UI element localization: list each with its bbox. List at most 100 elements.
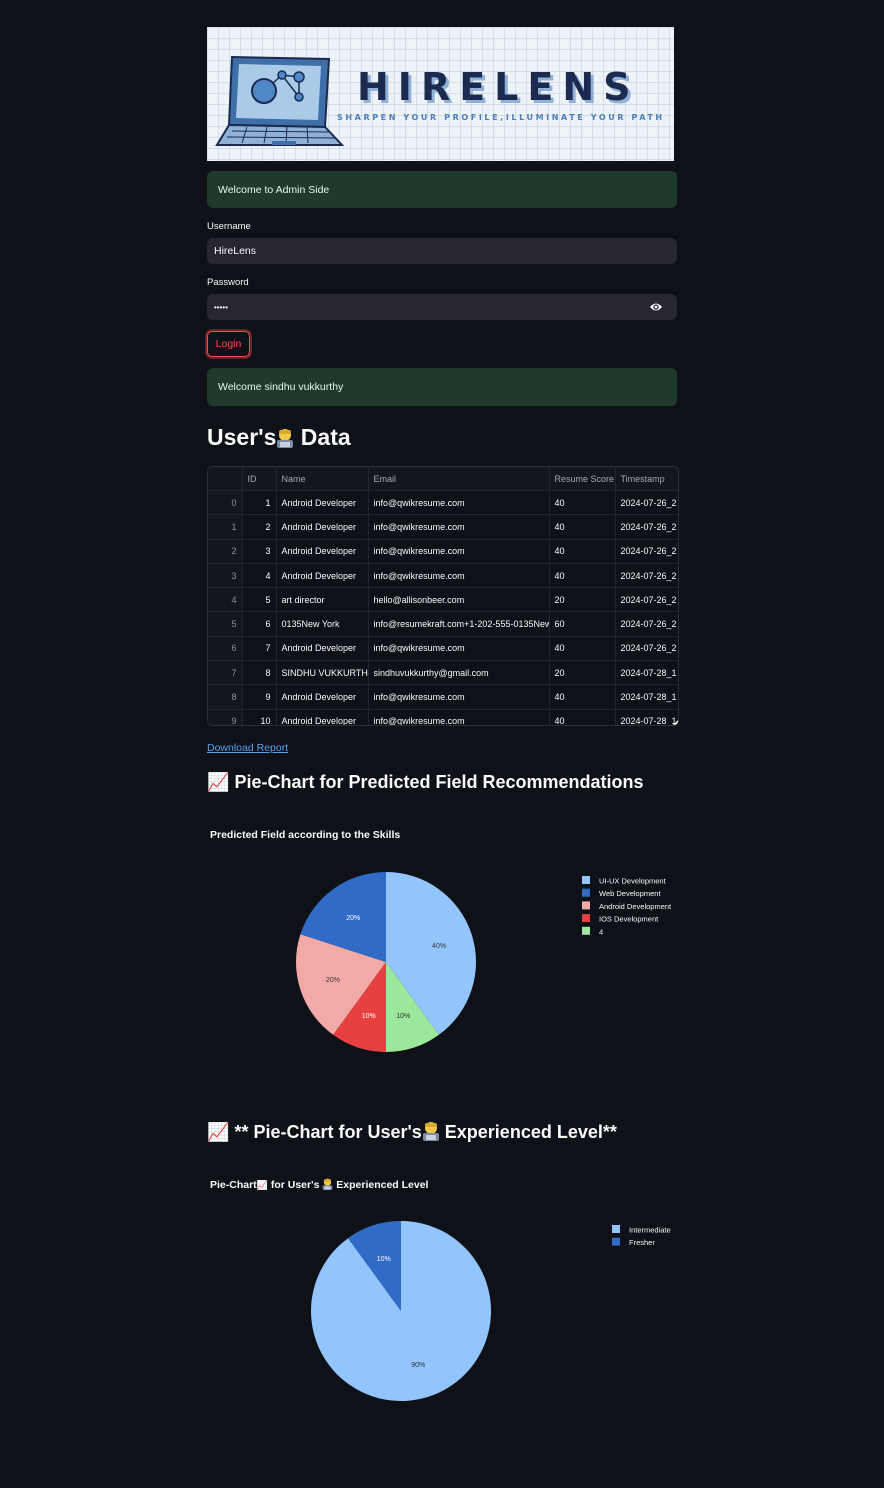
table-cell: Android Developer bbox=[276, 636, 369, 662]
resize-handle-icon[interactable] bbox=[673, 720, 678, 725]
person-laptop-icon bbox=[277, 429, 294, 448]
users-table[interactable]: ID Name Email Resume Score Timestamp 0 1 Andro… bbox=[207, 466, 679, 726]
table-cell: info@resumekraft.com+1-202-555-0135New bbox=[368, 611, 550, 637]
person-laptop-icon bbox=[422, 1122, 439, 1141]
table-cell: 5 bbox=[242, 587, 277, 613]
table-cell: SINDHU VUKKURTHY bbox=[276, 660, 369, 686]
table-row[interactable]: 0 1 Android Developer info@qwikresume.com 40… bbox=[208, 490, 678, 516]
table-row[interactable]: 8 9 Android Developer info@qwikresume.com 40… bbox=[208, 684, 678, 710]
table-cell: 20 bbox=[549, 660, 616, 686]
slice-label: 40% bbox=[432, 943, 446, 950]
table-cell: info@qwikresume.com bbox=[368, 684, 550, 710]
table-cell: 0135New York bbox=[276, 611, 369, 637]
table-row[interactable]: 1 2 Android Developer info@qwikresume.com 40… bbox=[208, 514, 678, 540]
legend-swatch[interactable] bbox=[582, 926, 590, 935]
experience-chart-title: Pie-Chart📈 for User's Experienced Level bbox=[210, 1178, 428, 1191]
download-report-link[interactable]: Download Report bbox=[207, 742, 288, 754]
user-welcome-alert: Welcome sindhu vukkurthy bbox=[207, 368, 677, 406]
table-row[interactable]: 6 7 Android Developer info@qwikresume.com 40… bbox=[208, 636, 678, 662]
table-header-row: ID Name Email Resume Score Timestamp bbox=[208, 467, 678, 491]
column-header[interactable]: Name bbox=[276, 467, 369, 491]
user-welcome-text: Welcome sindhu vukkurthy bbox=[218, 381, 344, 393]
legend-label[interactable]: Android Development bbox=[599, 902, 672, 911]
table-cell: 2024-07-26_2 bbox=[615, 611, 678, 637]
experience-title-mid: for User's bbox=[267, 1179, 323, 1191]
legend-swatch[interactable] bbox=[582, 888, 590, 897]
table-cell: info@qwikresume.com bbox=[368, 709, 550, 725]
legend-swatch[interactable] bbox=[582, 876, 590, 884]
hirelens-banner: HIRELENS SHARPEN YOUR PROFILE,ILLUMINATE… bbox=[207, 27, 674, 161]
table-cell: 40 bbox=[549, 490, 616, 516]
experience-title-prefix: Pie-Chart bbox=[210, 1179, 257, 1191]
slice-label: 10% bbox=[377, 1256, 391, 1263]
legend-label[interactable]: IOS Development bbox=[599, 915, 659, 924]
slice-label: 90% bbox=[411, 1362, 425, 1369]
chart-trend-icon: 📈 bbox=[256, 1180, 268, 1190]
table-cell: art director bbox=[276, 587, 369, 613]
table-cell: 2 bbox=[242, 514, 277, 540]
row-index: 9 bbox=[208, 709, 243, 725]
table-cell: 2024-07-28_1 bbox=[615, 684, 678, 710]
login-button-label: Login bbox=[215, 338, 242, 350]
username-input[interactable]: HireLens bbox=[207, 238, 677, 264]
experience-heading-prefix: ** Pie-Chart for User's bbox=[234, 1122, 422, 1142]
field-pie-chart: 40% 10% 10% 20% 20% UI-UX Development Web Deve… bbox=[296, 872, 672, 1052]
row-index: 2 bbox=[208, 539, 243, 564]
legend-swatch[interactable] bbox=[612, 1225, 620, 1233]
table-cell: 40 bbox=[549, 563, 616, 589]
password-label: Password bbox=[207, 277, 249, 288]
banner-tagline: SHARPEN YOUR PROFILE,ILLUMINATE YOUR PAT… bbox=[337, 113, 665, 122]
column-header[interactable] bbox=[208, 467, 243, 491]
row-index: 1 bbox=[208, 514, 243, 540]
login-button[interactable]: Login bbox=[207, 331, 250, 357]
table-cell: 2024-07-26_2 bbox=[615, 636, 678, 662]
table-row[interactable]: 3 4 Android Developer info@qwikresume.com 40… bbox=[208, 563, 678, 589]
table-cell: 1 bbox=[242, 490, 277, 516]
slice-label: 20% bbox=[326, 977, 340, 984]
slice-label: 20% bbox=[346, 915, 360, 922]
column-header[interactable]: Timestamp bbox=[615, 467, 678, 491]
table-row[interactable]: 7 8 SINDHU VUKKURTHY sindhuvukkurthy@gmail.… bbox=[208, 660, 678, 686]
table-row[interactable]: 4 5 art director hello@allisonbeer.com 20 202… bbox=[208, 587, 678, 613]
table-cell: info@qwikresume.com bbox=[368, 539, 550, 564]
table-row[interactable]: 9 10 Android Developer info@qwikresume.com 4… bbox=[208, 709, 678, 725]
table-cell: 4 bbox=[242, 563, 277, 589]
table-cell: 2024-07-26_2 bbox=[615, 563, 678, 589]
legend-label[interactable]: Intermediate bbox=[629, 1226, 671, 1235]
table-cell: 2024-07-26_2 bbox=[615, 514, 678, 540]
row-index: 5 bbox=[208, 611, 243, 637]
legend-label[interactable]: UI-UX Development bbox=[599, 877, 667, 886]
row-index: 0 bbox=[208, 490, 243, 516]
table-row[interactable]: 2 3 Android Developer info@qwikresume.com 40… bbox=[208, 539, 678, 564]
column-header[interactable]: Email bbox=[368, 467, 550, 491]
username-value: HireLens bbox=[214, 245, 257, 257]
legend-label[interactable]: Fresher bbox=[629, 1238, 655, 1247]
legend-label[interactable]: Web Development bbox=[599, 889, 661, 898]
row-index: 8 bbox=[208, 684, 243, 710]
table-cell: info@qwikresume.com bbox=[368, 636, 550, 662]
chart-trend-icon: 📈 bbox=[207, 1122, 230, 1142]
table-cell: 7 bbox=[242, 636, 277, 662]
slice-label: 10% bbox=[396, 1013, 410, 1020]
laptop-network-icon bbox=[215, 55, 345, 146]
password-input[interactable]: ••••• bbox=[207, 294, 677, 320]
table-cell: 2024-07-26_2 bbox=[615, 539, 678, 564]
legend-swatch[interactable] bbox=[582, 914, 590, 923]
column-header[interactable]: Resume Score bbox=[549, 467, 616, 491]
experience-heading-suffix: Experienced Level** bbox=[439, 1122, 617, 1142]
table-body: 0 1 Android Developer info@qwikresume.com 40… bbox=[208, 490, 678, 725]
experience-pie-chart: 90% 10% Intermediate Fresher bbox=[311, 1221, 671, 1401]
table-cell: 2024-07-26_2 bbox=[615, 490, 678, 516]
table-cell: 8 bbox=[242, 660, 277, 686]
table-row[interactable]: 5 6 0135New York info@resumekraft.com+1-202… bbox=[208, 611, 678, 637]
table-cell: Android Developer bbox=[276, 709, 369, 725]
table-cell: 6 bbox=[242, 611, 277, 637]
row-index: 3 bbox=[208, 563, 243, 589]
legend-swatch[interactable] bbox=[582, 901, 590, 910]
eye-icon[interactable] bbox=[649, 301, 663, 313]
table-cell: info@qwikresume.com bbox=[368, 490, 550, 516]
legend-label[interactable]: 4 bbox=[599, 927, 603, 936]
legend-swatch[interactable] bbox=[612, 1237, 620, 1246]
table-cell: 2024-07-26_2 bbox=[615, 587, 678, 613]
column-header[interactable]: ID bbox=[242, 467, 277, 491]
